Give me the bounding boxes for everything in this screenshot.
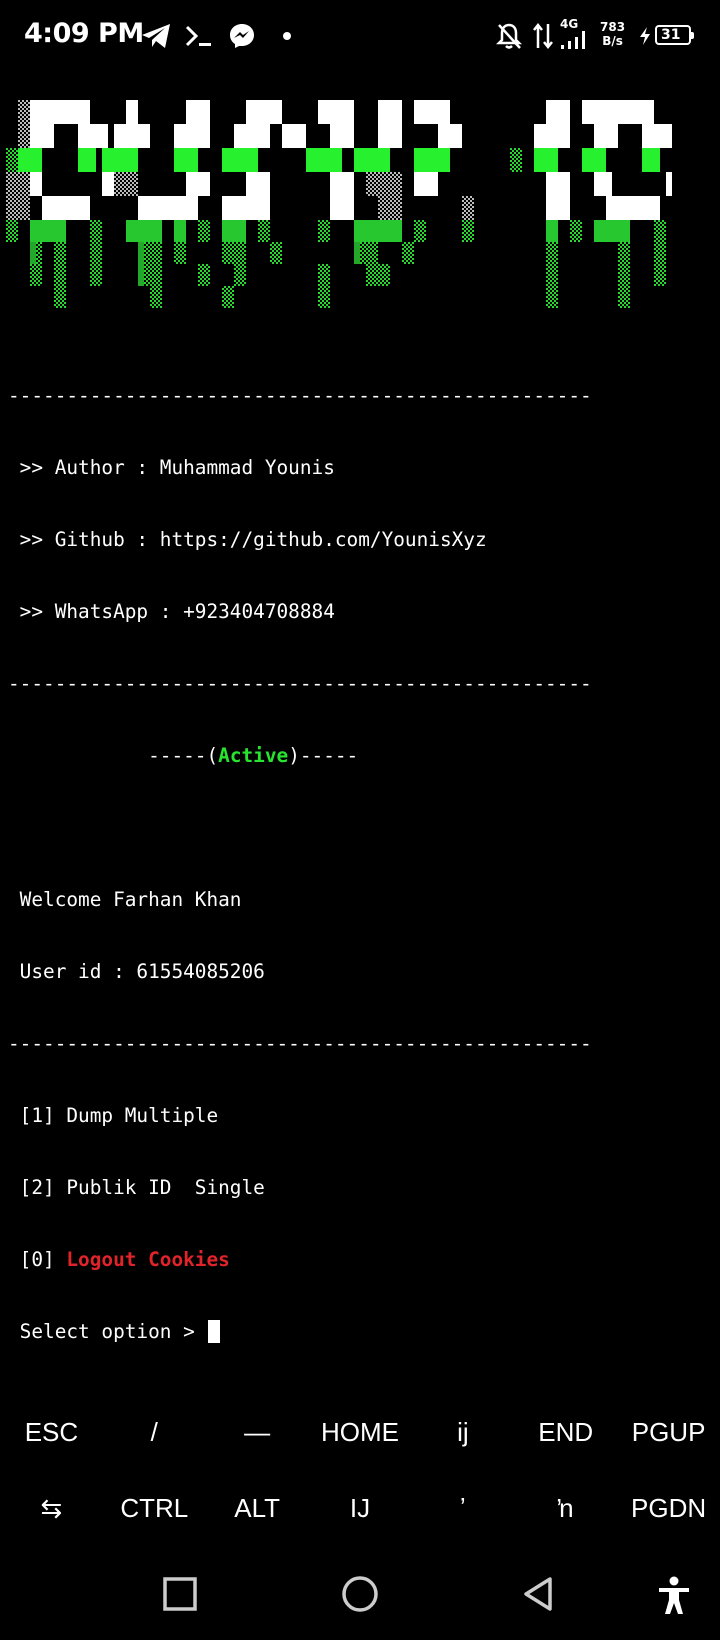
key-dash[interactable]: — xyxy=(206,1396,309,1468)
back-icon[interactable] xyxy=(520,1576,556,1612)
status-time: 4:09 PM xyxy=(24,18,144,49)
menu-option-0: [0] Logout Cookies xyxy=(8,1248,720,1272)
welcome-line: Welcome Farhan Khan xyxy=(8,888,242,911)
key-end[interactable]: END xyxy=(514,1396,617,1468)
terminal-icon xyxy=(185,25,211,47)
battery-icon: 31 xyxy=(655,25,694,45)
key-pgdn[interactable]: PGDN xyxy=(617,1472,720,1544)
key-pgup[interactable]: PGUP xyxy=(617,1396,720,1468)
menu-option-1: [1] Dump Multiple xyxy=(8,1104,219,1127)
home-icon[interactable] xyxy=(340,1576,380,1616)
messenger-icon xyxy=(230,24,254,48)
accessibility-icon[interactable] xyxy=(656,1576,692,1616)
key-ctrl[interactable]: CTRL xyxy=(103,1472,206,1544)
select-option-prompt[interactable]: Select option > xyxy=(8,1320,720,1344)
recents-icon[interactable] xyxy=(162,1576,198,1612)
whatsapp-line: >> WhatsApp : +923404708884 xyxy=(8,600,335,623)
status-prefix: -----( xyxy=(8,744,219,767)
key-home[interactable]: HOME xyxy=(309,1396,412,1468)
extra-keys-bar: ESC / — HOME ij END PGUP ⇆ CTRL ALT IJ ʼ… xyxy=(0,1396,720,1546)
data-rate-value: 783 xyxy=(600,20,626,34)
status-bar: 4:09 PM 4G 783 B/s 31 xyxy=(0,0,720,72)
key-alt[interactable]: ALT xyxy=(206,1472,309,1544)
status-line: -----(Active)----- xyxy=(8,744,720,768)
data-rate-unit: B/s xyxy=(602,34,623,48)
signal-strength-icon xyxy=(561,31,585,49)
separator-line: ----------------------------------------… xyxy=(8,672,592,695)
data-transfer-icon xyxy=(533,22,553,50)
logout-cookies-label: Logout Cookies xyxy=(66,1248,230,1271)
menu-option-2: [2] Publik ID Single xyxy=(8,1176,265,1199)
charging-icon xyxy=(640,27,650,45)
network-type-label: 4G xyxy=(560,17,579,31)
battery-level: 31 xyxy=(661,27,681,43)
author-line: >> Author : Muhammad Younis xyxy=(8,456,335,479)
terminal-output: ----------------------------------------… xyxy=(8,336,720,1368)
key-slash[interactable]: / xyxy=(103,1396,206,1468)
ascii-art-logo xyxy=(6,100,672,308)
github-line: >> Github : https://github.com/YounisXyz xyxy=(8,528,487,551)
separator-line: ----------------------------------------… xyxy=(8,384,592,407)
extra-keys-row-2: ⇆ CTRL ALT IJ ʼ ŉ PGDN xyxy=(0,1472,720,1544)
status-suffix: )----- xyxy=(288,744,359,767)
menu-option-0-index: [0] xyxy=(8,1248,67,1271)
notifications-off-icon xyxy=(496,23,522,49)
active-status: Active xyxy=(218,744,289,767)
terminal-cursor[interactable] xyxy=(208,1320,221,1343)
data-rate: 783 B/s xyxy=(600,20,625,48)
key-down[interactable]: ʼ xyxy=(411,1472,514,1544)
notification-dot-icon xyxy=(283,32,291,40)
prompt-text: Select option > xyxy=(8,1320,207,1343)
separator-line: ----------------------------------------… xyxy=(8,1032,592,1055)
extra-keys-row-1: ESC / — HOME ij END PGUP xyxy=(0,1396,720,1468)
key-tab[interactable]: ⇆ xyxy=(0,1472,103,1544)
key-right[interactable]: ŉ xyxy=(514,1472,617,1544)
key-left[interactable]: IJ xyxy=(309,1472,412,1544)
navigation-bar xyxy=(0,1560,720,1640)
telegram-icon xyxy=(142,24,170,48)
key-up[interactable]: ij xyxy=(411,1396,514,1468)
key-esc[interactable]: ESC xyxy=(0,1396,103,1468)
user-id-line: User id : 61554085206 xyxy=(8,960,265,983)
